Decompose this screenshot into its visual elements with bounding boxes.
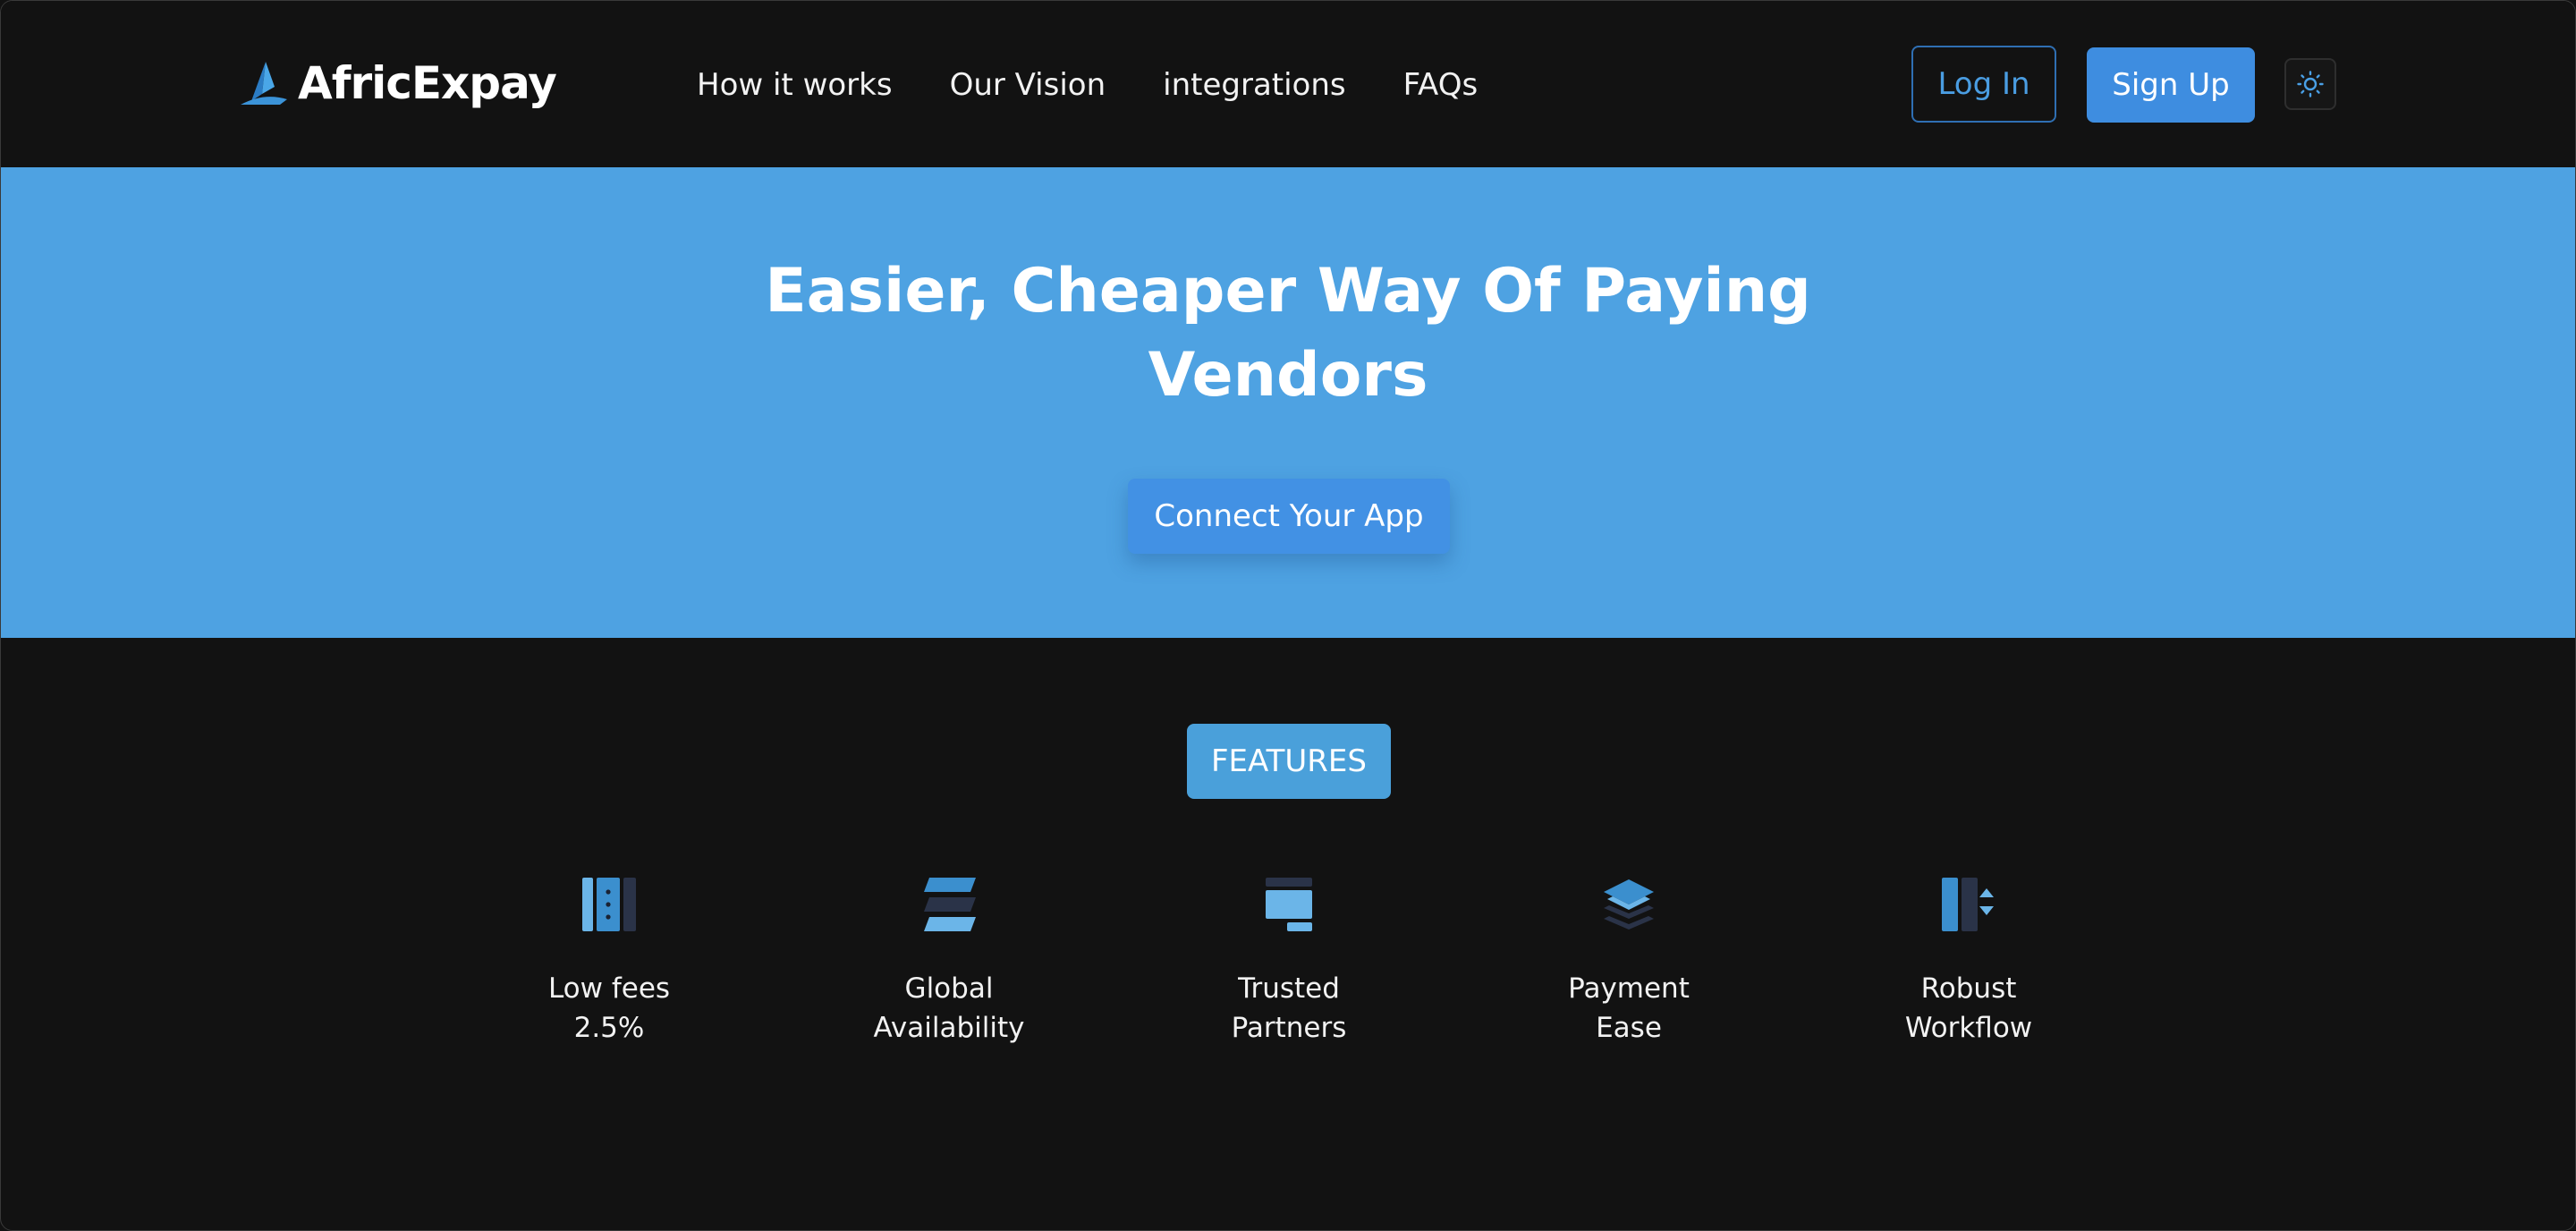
- brand-logo[interactable]: AfricExpay: [239, 56, 557, 110]
- hero-section: Easier, Cheaper Way Of Paying Vendors Co…: [1, 167, 2575, 638]
- top-navbar: AfricExpay How it works Our Vision integ…: [1, 1, 2575, 167]
- main-nav: How it works Our Vision integrations FAQ…: [697, 60, 1478, 110]
- theme-toggle-button[interactable]: [2284, 58, 2336, 110]
- feature-label: Global Availability: [873, 972, 1025, 1044]
- signup-button[interactable]: Sign Up: [2087, 47, 2255, 123]
- layers-icon: [1604, 879, 1654, 930]
- stack-bars-icon: [924, 878, 976, 931]
- columns-icon: [582, 878, 636, 931]
- feature-label: Trusted Partners: [1231, 972, 1347, 1044]
- nav-link-integrations[interactable]: integrations: [1163, 60, 1345, 110]
- window-icon: [1266, 878, 1312, 931]
- login-button[interactable]: Log In: [1911, 46, 2056, 123]
- nav-link-how-it-works[interactable]: How it works: [697, 60, 893, 110]
- page: AfricExpay How it works Our Vision integ…: [0, 0, 2576, 1231]
- feature-label: Low fees 2.5%: [547, 972, 671, 1044]
- nav-link-our-vision[interactable]: Our Vision: [950, 60, 1106, 110]
- hero-title-line-2: Vendors: [1148, 340, 1428, 411]
- sort-panel-icon: [1942, 878, 1994, 931]
- logo-mark-icon: [241, 62, 287, 105]
- feature-robust-workflow: Robust Workflow: [1861, 876, 2076, 1048]
- feature-list: Low fees 2.5% Global Availability Truste…: [1, 876, 2575, 1091]
- feature-trusted-partners: Trusted Partners: [1182, 876, 1396, 1048]
- sun-icon: [2297, 71, 2324, 98]
- connect-app-button[interactable]: Connect Your App: [1128, 479, 1450, 554]
- brand-name: AfricExpay: [298, 57, 557, 109]
- feature-label: Robust Workflow: [1904, 972, 2033, 1044]
- feature-low-fees: Low fees 2.5%: [502, 876, 716, 1048]
- nav-link-faqs[interactable]: FAQs: [1403, 60, 1479, 110]
- features-section: FEATURES Low fees 2.5% Global Availabili…: [1, 638, 2575, 1230]
- feature-payment-ease: Payment Ease: [1521, 876, 1736, 1048]
- hero-title-line-1: Easier, Cheaper Way Of Paying: [765, 256, 1811, 327]
- feature-label: Payment Ease: [1568, 972, 1690, 1044]
- hero-title: Easier, Cheaper Way Of Paying Vendors: [1, 250, 2575, 418]
- features-badge: FEATURES: [1187, 724, 1391, 799]
- feature-global-availability: Global Availability: [842, 876, 1056, 1048]
